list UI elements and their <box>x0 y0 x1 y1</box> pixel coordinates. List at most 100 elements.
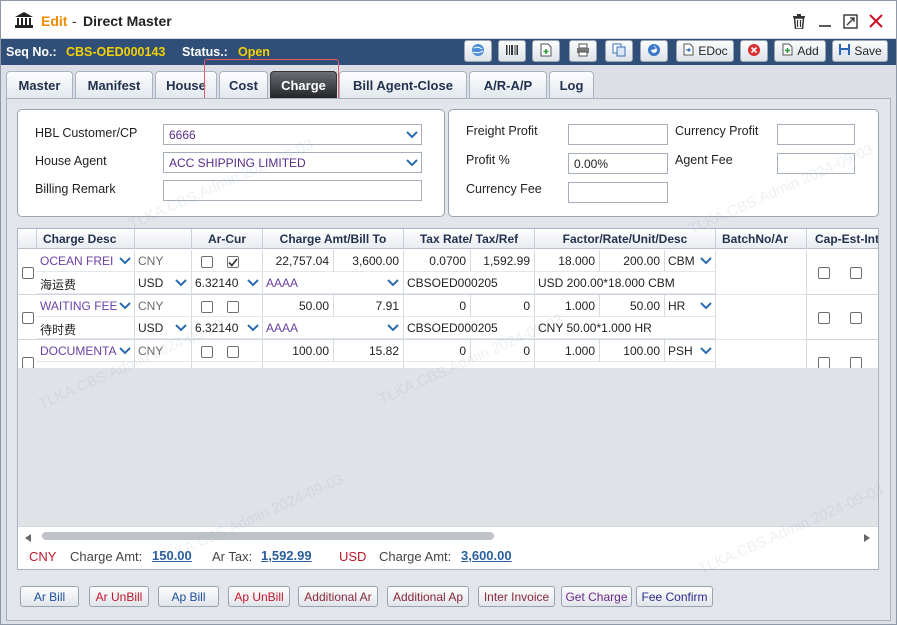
house-agent-select[interactable]: ACC SHIPPING LIMITED <box>163 152 422 173</box>
total-charge-amt-2[interactable]: 3,600.00 <box>461 548 512 563</box>
cur-checkbox[interactable] <box>227 346 239 358</box>
additional-ar-button[interactable]: Additional Ar <box>298 586 378 607</box>
rate-cell[interactable]: 100.00 <box>600 340 665 362</box>
bill-to-cell[interactable]: AAAA <box>263 317 404 339</box>
barcode-button[interactable] <box>498 40 526 62</box>
bill-amt-cell[interactable]: 3,600.00 <box>334 250 404 272</box>
tab-house[interactable]: House <box>155 71 217 98</box>
cur-checkbox[interactable] <box>227 256 239 268</box>
bill-amt-cell[interactable]: 15.82 <box>334 340 404 362</box>
chevron-down-icon[interactable] <box>173 320 188 335</box>
header-cap-est-int[interactable]: Cap-Est-Int <box>807 229 878 249</box>
chevron-down-icon[interactable] <box>698 253 713 268</box>
ref-cell[interactable]: CBSOED000205 <box>404 317 535 339</box>
charge-amt-cell[interactable]: 100.00 <box>263 340 334 362</box>
globe-button[interactable] <box>464 40 492 62</box>
ar-bill-button[interactable]: Ar Bill <box>20 586 79 607</box>
scrollbar-thumb[interactable] <box>42 532 494 540</box>
hbl-customer-select[interactable]: 6666 <box>163 124 422 145</box>
cap-checkbox[interactable] <box>818 267 830 279</box>
inter-invoice-button[interactable]: Inter Invoice <box>478 586 555 607</box>
currency-cell[interactable]: CNY <box>135 250 192 272</box>
cap-checkbox[interactable] <box>818 312 830 324</box>
tax-cell[interactable]: 0 <box>471 340 535 362</box>
chevron-down-icon[interactable] <box>245 320 260 335</box>
chevron-down-icon[interactable] <box>404 127 419 142</box>
cur-checkbox[interactable] <box>227 301 239 313</box>
charge-amt-cell[interactable]: 50.00 <box>263 295 334 317</box>
header-tax[interactable]: Tax Rate/ Tax/Ref <box>404 229 535 249</box>
header-charge-desc[interactable]: Charge Desc <box>37 229 135 249</box>
chevron-down-icon[interactable] <box>385 275 400 290</box>
trash-icon[interactable] <box>791 13 807 29</box>
refresh-button[interactable] <box>640 40 668 62</box>
header-factor[interactable]: Factor/Rate/Unit/Desc <box>535 229 716 249</box>
rate-cell[interactable]: 50.00 <box>600 295 665 317</box>
horizontal-scrollbar[interactable] <box>18 526 878 543</box>
delete-button[interactable] <box>740 40 768 62</box>
factor-cell[interactable]: 18.000 <box>535 250 600 272</box>
chevron-down-icon[interactable] <box>698 343 713 358</box>
tax-rate-cell[interactable]: 0.0700 <box>404 250 471 272</box>
chevron-down-icon[interactable] <box>117 343 132 358</box>
ar-checkbox[interactable] <box>201 301 213 313</box>
billing-remark-input[interactable] <box>163 180 422 201</box>
save-button[interactable]: Save <box>832 40 888 62</box>
header-ar-cur[interactable]: Ar-Cur <box>192 229 263 249</box>
chevron-down-icon[interactable] <box>245 275 260 290</box>
maximize-icon[interactable] <box>842 13 858 29</box>
header-batchno[interactable]: BatchNo/Ar <box>716 229 807 249</box>
new-doc-button[interactable] <box>532 40 560 62</box>
row-select-checkbox[interactable] <box>22 267 34 279</box>
tax-rate-cell[interactable]: 0 <box>404 295 471 317</box>
ar-unbill-button[interactable]: Ar UnBill <box>89 586 149 607</box>
total-charge-amt-1[interactable]: 150.00 <box>152 548 192 563</box>
chevron-down-icon[interactable] <box>117 253 132 268</box>
ar-checkbox[interactable] <box>201 346 213 358</box>
charge-amt-cell[interactable]: 22,757.04 <box>263 250 334 272</box>
chevron-down-icon[interactable] <box>698 298 713 313</box>
currency-cell[interactable]: CNY <box>135 295 192 317</box>
total-ar-tax[interactable]: 1,592.99 <box>261 548 312 563</box>
freight-profit-input[interactable] <box>568 124 668 145</box>
tab-ar-ap[interactable]: A/R-A/P <box>469 71 547 98</box>
est-checkbox[interactable] <box>850 312 862 324</box>
tab-manifest[interactable]: Manifest <box>75 71 153 98</box>
fee-confirm-button[interactable]: Fee Confirm <box>636 586 713 607</box>
chevron-down-icon[interactable] <box>117 298 132 313</box>
tax-cell[interactable]: 1,592.99 <box>471 250 535 272</box>
bill-to-cell[interactable]: AAAA <box>263 272 404 294</box>
factor-cell[interactable]: 1.000 <box>535 340 600 362</box>
table-row[interactable]: OCEAN FREI CNY 22,757.04 3,600.00 0.0700… <box>18 250 878 295</box>
add-button[interactable]: Add <box>774 40 826 62</box>
header-charge-amt[interactable]: Charge Amt/Bill To <box>263 229 404 249</box>
tab-charge[interactable]: Charge <box>270 71 337 98</box>
factor-cell[interactable]: 1.000 <box>535 295 600 317</box>
row-select-checkbox[interactable] <box>22 312 34 324</box>
ar-checkbox[interactable] <box>201 256 213 268</box>
close-icon[interactable] <box>868 13 884 29</box>
ap-unbill-button[interactable]: Ap UnBill <box>228 586 290 607</box>
ref-cell[interactable]: CBSOED000205 <box>404 272 535 294</box>
est-checkbox[interactable] <box>850 267 862 279</box>
rate-cell[interactable]: 200.00 <box>600 250 665 272</box>
currency-fee-input[interactable] <box>568 182 668 203</box>
currency-cell[interactable]: CNY <box>135 340 192 362</box>
profit-pct-input[interactable]: 0.00% <box>568 153 668 174</box>
table-row[interactable]: WAITING FEE CNY 50.00 7.91 0 0 1.000 50.… <box>18 295 878 340</box>
edoc-button[interactable]: EDoc <box>676 40 734 62</box>
additional-ap-button[interactable]: Additional Ap <box>387 586 469 607</box>
tab-cost[interactable]: Cost <box>219 71 268 98</box>
copy-button[interactable] <box>605 40 633 62</box>
chevron-down-icon[interactable] <box>404 155 419 170</box>
tax-cell[interactable]: 0 <box>471 295 535 317</box>
currency-profit-input[interactable] <box>777 124 855 145</box>
ap-bill-button[interactable]: Ap Bill <box>158 586 219 607</box>
chevron-down-icon[interactable] <box>173 275 188 290</box>
minimize-icon[interactable] <box>817 13 833 29</box>
bill-amt-cell[interactable]: 7.91 <box>334 295 404 317</box>
chevron-down-icon[interactable] <box>385 320 400 335</box>
tax-rate-cell[interactable]: 0 <box>404 340 471 362</box>
get-charge-button[interactable]: Get Charge <box>561 586 632 607</box>
tab-master[interactable]: Master <box>6 71 73 98</box>
